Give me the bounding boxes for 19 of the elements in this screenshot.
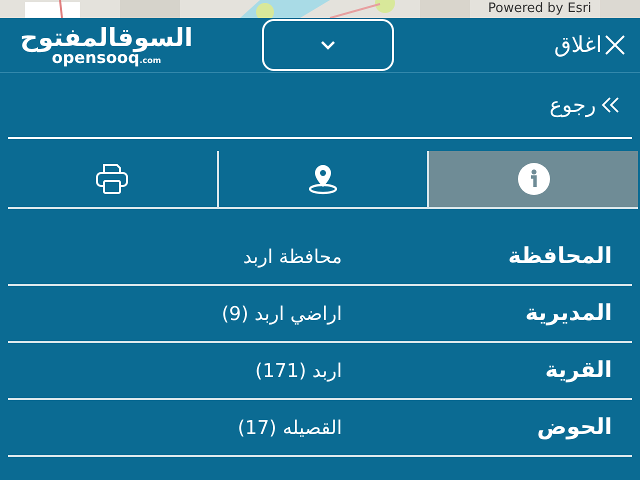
location-pin-icon xyxy=(308,163,338,195)
field-label: الحوض xyxy=(536,415,612,440)
chevron-down-icon xyxy=(320,40,336,50)
printer-icon xyxy=(95,163,130,195)
map-attribution: Powered by Esri xyxy=(488,1,592,17)
field-label: المحافظة xyxy=(507,244,612,269)
double-chevron-icon xyxy=(600,96,620,114)
close-button[interactable]: اغلاق xyxy=(506,32,626,58)
field-value: اربد (171) xyxy=(255,360,342,382)
field-value: القصيله (17) xyxy=(238,416,342,438)
info-icon xyxy=(516,162,551,196)
field-value: اراضي اربد (9) xyxy=(222,302,342,324)
field-label: المديرية xyxy=(524,301,612,326)
dropdown-button[interactable] xyxy=(262,19,394,71)
back-link[interactable]: رجوع xyxy=(549,93,620,117)
field-label: القرية xyxy=(544,358,612,383)
info-tab[interactable] xyxy=(429,151,638,207)
field-value: محافظة اربد xyxy=(243,246,342,268)
close-icon xyxy=(604,34,626,56)
